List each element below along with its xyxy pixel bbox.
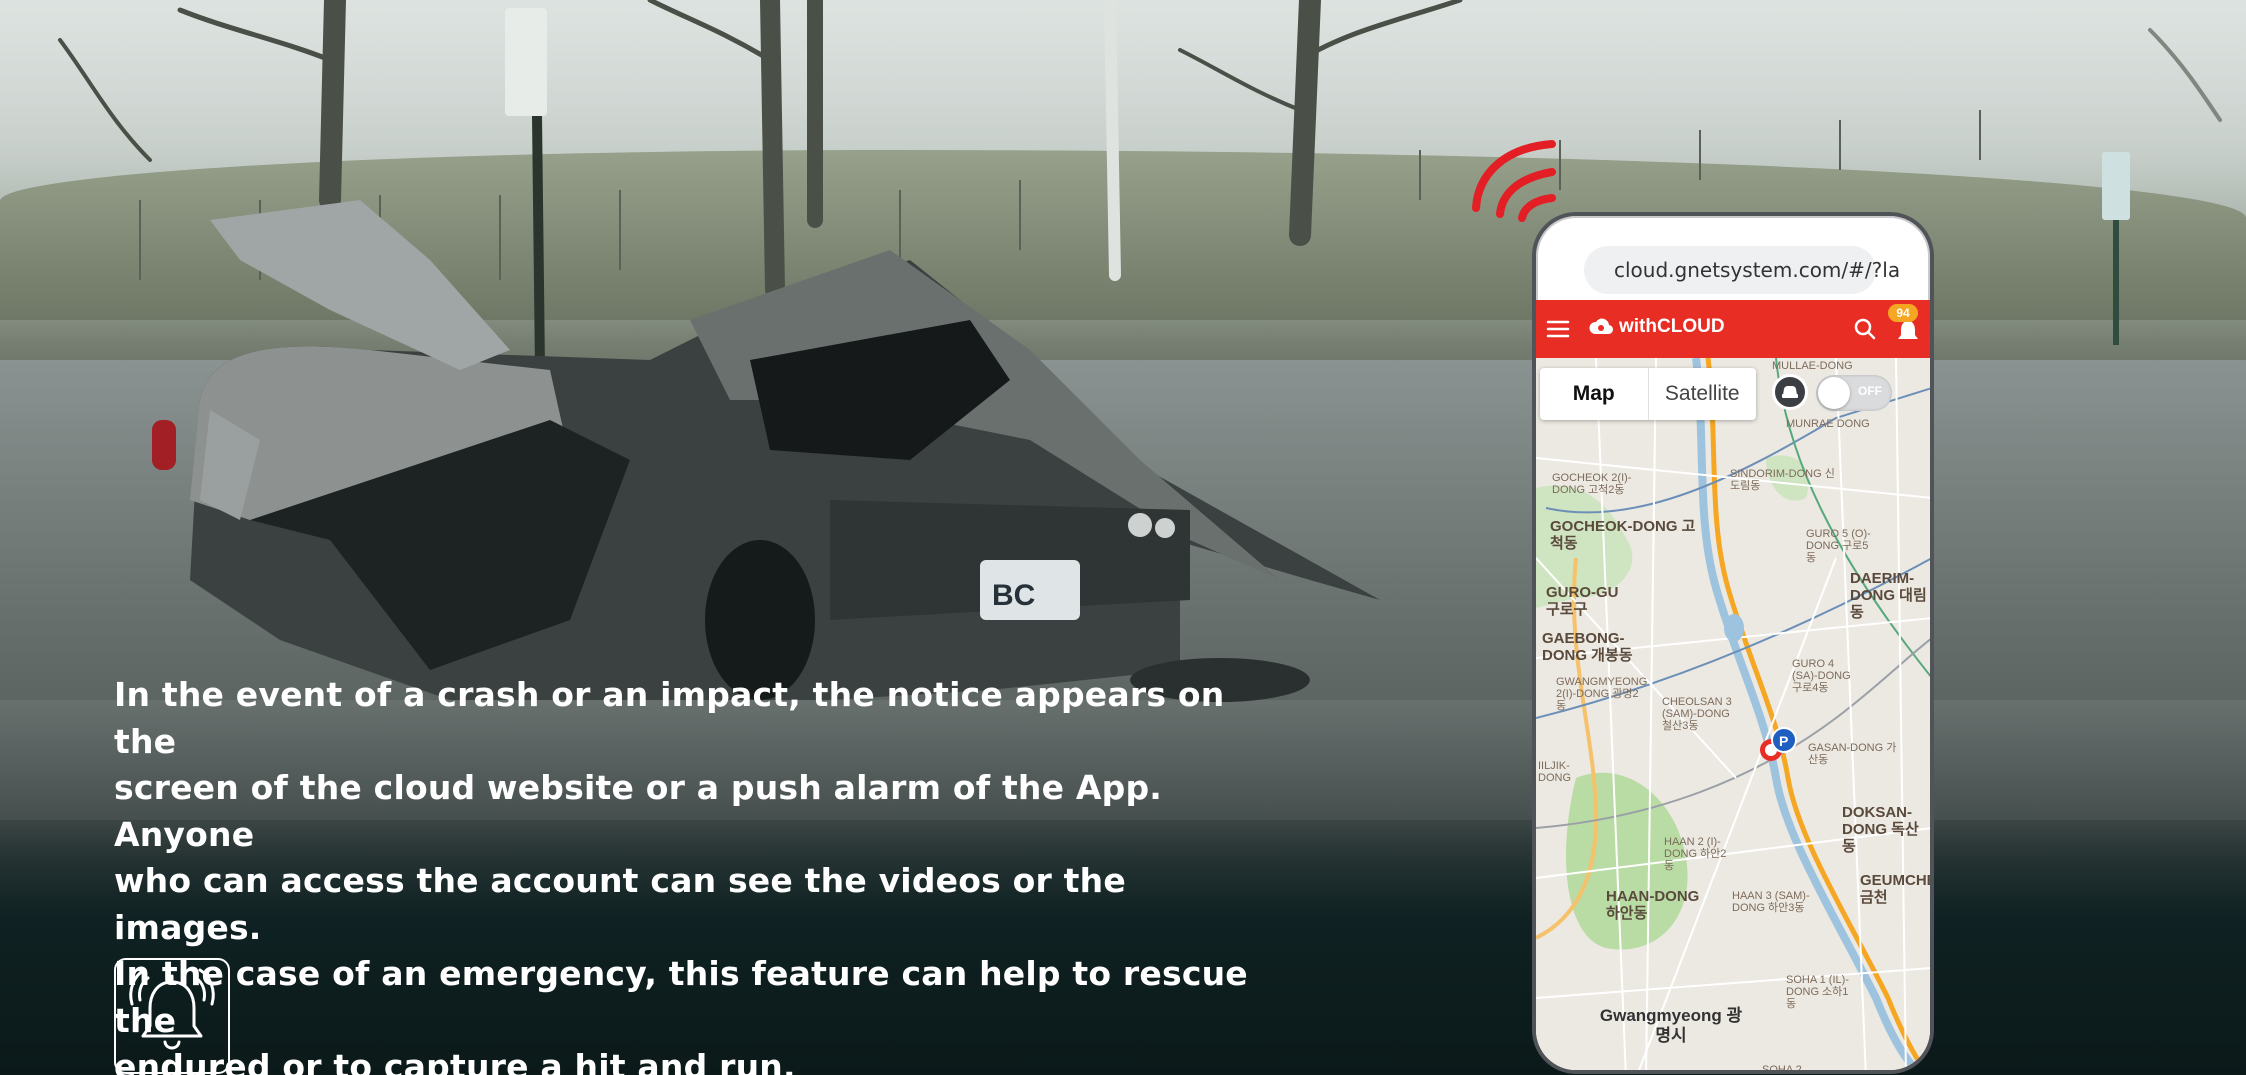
caption-line: In the case of an emergency, this featur… — [114, 954, 1248, 1040]
district-label: MUNRAE DONG — [1786, 418, 1870, 430]
car-icon — [1782, 386, 1798, 398]
map-view[interactable]: MULLAE-DONG MUNRAE DONG GOCHEOK 2(I)-DON… — [1536, 358, 1930, 1074]
svg-text:BC: BC — [992, 579, 1035, 612]
app-brand-name: withCLOUD — [1619, 316, 1725, 337]
district-label: SOHA 2 — [1762, 1064, 1802, 1074]
district-label: GURO 5 (O)-DONG 구로5동 — [1806, 528, 1871, 564]
browser-url-bar[interactable]: cloud.gnetsystem.com/#/?la — [1584, 246, 1900, 294]
district-label: CHEOLSAN 3 (SAM)-DONG 철산3동 — [1662, 696, 1732, 732]
district-label: GAEBONG-DONG 개봉동 — [1542, 630, 1633, 664]
wireless-signal-icon — [1472, 140, 1556, 222]
notification-count-badge: 94 — [1888, 304, 1918, 322]
feature-icon-box — [114, 958, 230, 1074]
parking-sign — [505, 8, 547, 116]
district-label: HAAN 3 (SAM)-DONG 하안3동 — [1732, 890, 1810, 914]
phone-mockup: cloud.gnetsystem.com/#/?la withCLOUD 94 — [1532, 212, 1934, 1074]
search-icon[interactable] — [1854, 318, 1876, 340]
map-type-toggle: Map Satellite — [1540, 368, 1756, 420]
map-tab[interactable]: Map — [1540, 368, 1649, 420]
caption-line: who can access the account can see the v… — [114, 861, 1126, 947]
toggle-state-label: OFF — [1858, 384, 1882, 398]
feature-description: In the event of a crash or an impact, th… — [114, 672, 1274, 1075]
district-label: SOHA 1 (IL)-DONG 소하1동 — [1786, 974, 1849, 1010]
svg-text:P: P — [1779, 733, 1788, 749]
city-label: Gwangmyeong 광명시 — [1599, 1006, 1743, 1045]
district-label: GEUMCHEON 금천 — [1860, 872, 1930, 906]
district-label: SINDORIM-DONG 신도림동 — [1730, 468, 1835, 492]
toggle-knob — [1818, 377, 1850, 409]
district-label: GURO-GU 구로구 — [1546, 584, 1619, 618]
hero-section: BC In the event of a crash or an impact,… — [0, 0, 2246, 1075]
district-label: IILJIK-DONG — [1538, 760, 1571, 784]
district-label: GWANGMYEONG 2(I)-DONG 광명2동 — [1556, 676, 1648, 712]
district-label: HAAN 2 (I)-DONG 하안2동 — [1664, 836, 1727, 872]
district-label: GURO 4 (SA)-DONG 구로4동 — [1792, 658, 1851, 694]
car-mode-button[interactable] — [1772, 374, 1808, 410]
caption-line: In the event of a crash or an impact, th… — [114, 675, 1225, 761]
satellite-tab[interactable]: Satellite — [1649, 368, 1757, 420]
district-label: HAAN-DONG 하안동 — [1606, 888, 1700, 922]
district-label: GOCHEOK-DONG 고척동 — [1550, 518, 1696, 552]
wrecked-car-image: BC — [152, 200, 1380, 702]
district-label: GOCHEOK 2(I)-DONG 고척2동 — [1552, 472, 1632, 496]
cloud-logo-icon — [1589, 318, 1614, 335]
district-label: GASAN-DONG 가산동 — [1808, 742, 1897, 766]
hamburger-menu-icon[interactable] — [1546, 319, 1570, 339]
url-text: cloud.gnetsystem.com/#/?la — [1614, 258, 1901, 282]
district-label: DAERIM-DONG 대림동 — [1850, 570, 1927, 621]
district-label: MULLAE-DONG — [1772, 360, 1853, 372]
bell-ringing-icon — [129, 968, 215, 1050]
caption-line: screen of the cloud website or a push al… — [114, 768, 1163, 854]
app-header: withCLOUD 94 — [1536, 300, 1930, 358]
app-logo[interactable]: withCLOUD — [1588, 316, 1725, 338]
tracking-toggle-switch[interactable]: OFF — [1816, 375, 1892, 411]
district-label: DOKSAN-DONG 독산동 — [1842, 804, 1919, 855]
vehicle-marker-icon[interactable]: P — [1758, 724, 1798, 768]
